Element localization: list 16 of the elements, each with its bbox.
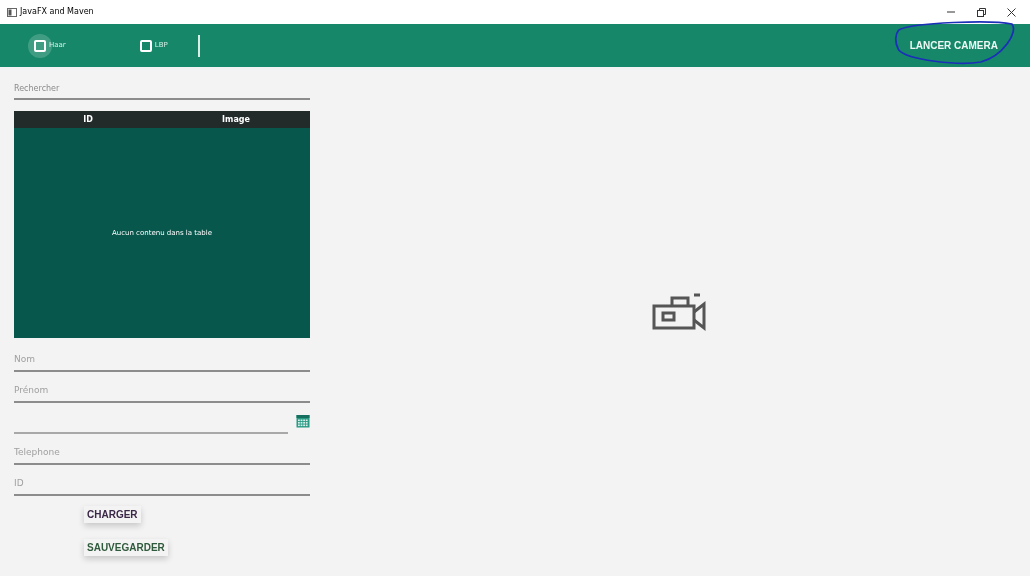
window-title: JavaFX and Maven bbox=[20, 6, 94, 18]
calendar-icon[interactable] bbox=[296, 414, 310, 428]
column-header[interactable]: Image bbox=[162, 111, 310, 128]
restore-icon bbox=[976, 7, 986, 17]
search-field[interactable]: Rechercher bbox=[14, 83, 310, 100]
text-field[interactable]: Nom bbox=[14, 352, 310, 372]
text-field[interactable]: Prénom bbox=[14, 383, 310, 403]
text-field[interactable]: ID bbox=[14, 476, 310, 496]
text-field[interactable]: Telephone bbox=[14, 445, 310, 465]
column-header[interactable]: ID bbox=[14, 111, 162, 128]
app-icon bbox=[7, 7, 17, 17]
minimize-icon bbox=[947, 11, 955, 13]
close-icon bbox=[1006, 7, 1016, 17]
form-button[interactable]: CHARGER bbox=[84, 506, 141, 523]
video-camera-icon bbox=[652, 291, 708, 332]
form-button[interactable]: SAUVEGARDER bbox=[84, 539, 168, 556]
